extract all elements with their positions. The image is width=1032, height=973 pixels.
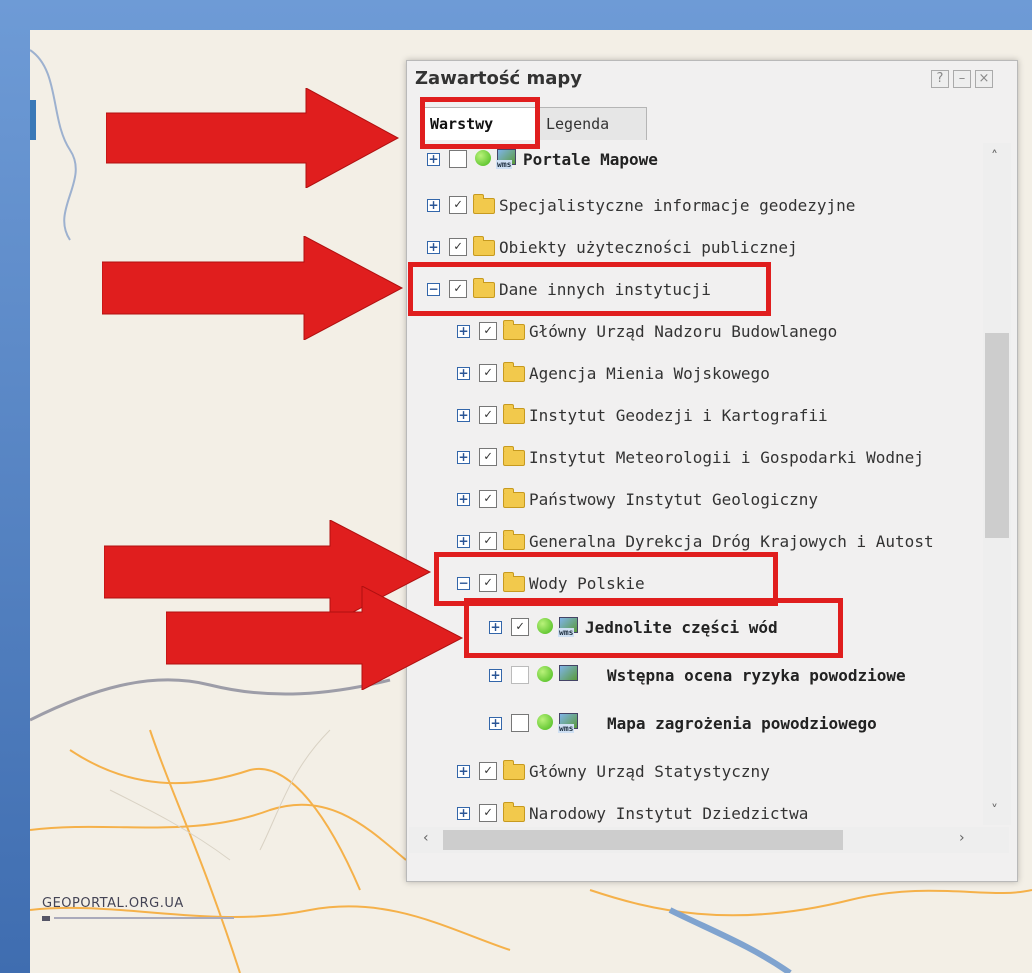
layer-checkbox[interactable] (511, 666, 529, 684)
folder-icon (503, 802, 525, 822)
arrow-icon (106, 88, 400, 188)
layer-label: Państwowy Instytut Geologiczny (529, 490, 818, 509)
folder-icon (503, 488, 525, 508)
status-dot-icon (537, 714, 553, 730)
layer-label: Wstępna ocena ryzyka powodziowe (607, 666, 906, 685)
status-dot-icon (537, 666, 553, 682)
layer-label: Narodowy Instytut Dziedzictwa (529, 804, 809, 823)
horizontal-scroll-thumb[interactable] (443, 830, 843, 850)
highlight-box-dane-innych-instytucji (408, 262, 771, 316)
folder-icon (473, 236, 495, 256)
folder-icon (503, 530, 525, 550)
layer-label: Instytut Meteorologii i Gospodarki Wodne… (529, 448, 924, 467)
layer-label: Główny Urząd Statystyczny (529, 762, 770, 781)
folder-icon (503, 320, 525, 340)
expand-icon[interactable]: + (457, 451, 470, 464)
expand-icon[interactable]: + (457, 535, 470, 548)
map-logo: GEOPORTAL.ORG.UA (42, 896, 184, 911)
layer-label: Mapa zagrożenia powodziowego (607, 714, 877, 733)
scroll-up-icon[interactable]: ˄ (991, 149, 998, 165)
layer-label: Instytut Geodezji i Kartografii (529, 406, 828, 425)
layer-checkbox[interactable]: ✓ (479, 490, 497, 508)
layer-label: Generalna Dyrekcja Dróg Krajowych i Auto… (529, 532, 934, 551)
scroll-right-icon[interactable]: › (959, 830, 965, 846)
status-dot-icon (475, 150, 491, 166)
wms-layer-icon: wms (558, 713, 578, 733)
highlight-box-warstwy (420, 97, 540, 149)
highlight-box-jednolite (464, 598, 843, 658)
expand-icon[interactable]: + (457, 807, 470, 820)
expand-icon[interactable]: + (457, 765, 470, 778)
layer-label: Główny Urząd Nadzoru Budowlanego (529, 322, 838, 341)
layer-label: Agencja Mienia Wojskowego (529, 364, 770, 383)
image-layer-icon (559, 665, 578, 685)
layer-checkbox[interactable]: ✓ (449, 238, 467, 256)
arrow-icon (102, 236, 404, 340)
help-button[interactable]: ? (931, 70, 949, 88)
map-content-panel: Zawartość mapy ? – × Warstwy Legenda + w… (406, 60, 1018, 882)
panel-title: Zawartość mapy (415, 68, 582, 89)
layer-checkbox[interactable]: ✓ (479, 406, 497, 424)
layer-checkbox[interactable] (449, 150, 467, 168)
layer-checkbox[interactable]: ✓ (479, 322, 497, 340)
layer-label: Portale Mapowe (523, 150, 658, 169)
folder-icon (503, 760, 525, 780)
scroll-left-icon[interactable]: ‹ (423, 830, 429, 846)
expand-icon[interactable]: + (427, 241, 440, 254)
layer-checkbox[interactable]: ✓ (479, 762, 497, 780)
window-frame: GEOPORTAL.ORG.UA Zawartość mapy ? – × Wa… (0, 0, 1032, 973)
folder-icon (503, 362, 525, 382)
layer-checkbox[interactable]: ✓ (479, 804, 497, 822)
expand-icon[interactable]: + (457, 367, 470, 380)
layer-checkbox[interactable] (511, 714, 529, 732)
folder-icon (473, 194, 495, 214)
expand-icon[interactable]: + (427, 199, 440, 212)
expand-icon[interactable]: + (457, 409, 470, 422)
expand-icon[interactable]: + (457, 325, 470, 338)
tab-legenda[interactable]: Legenda (537, 107, 647, 140)
folder-icon (503, 446, 525, 466)
layer-checkbox[interactable]: ✓ (479, 448, 497, 466)
minimize-button[interactable]: – (953, 70, 971, 88)
layer-tree: + wms Portale Mapowe + ✓ Specjalistyczne… (409, 143, 981, 825)
expand-icon[interactable]: + (489, 717, 502, 730)
arrow-icon (166, 586, 464, 690)
expand-icon[interactable]: + (489, 669, 502, 682)
layer-label: Obiekty użyteczności publicznej (499, 238, 798, 257)
scroll-down-icon[interactable]: ˅ (991, 803, 998, 819)
vertical-scrollbar[interactable]: ˄ ˅ (983, 143, 1011, 825)
wms-layer-icon: wms (496, 149, 516, 169)
expand-icon[interactable]: + (427, 153, 440, 166)
folder-icon (503, 404, 525, 424)
vertical-scroll-thumb[interactable] (985, 333, 1009, 538)
layer-checkbox[interactable]: ✓ (449, 196, 467, 214)
close-button[interactable]: × (975, 70, 993, 88)
layer-checkbox[interactable]: ✓ (479, 364, 497, 382)
horizontal-scrollbar[interactable]: ‹ › (409, 827, 1009, 853)
expand-icon[interactable]: + (457, 493, 470, 506)
layer-label: Specjalistyczne informacje geodezyjne (499, 196, 856, 215)
layer-checkbox[interactable]: ✓ (479, 532, 497, 550)
